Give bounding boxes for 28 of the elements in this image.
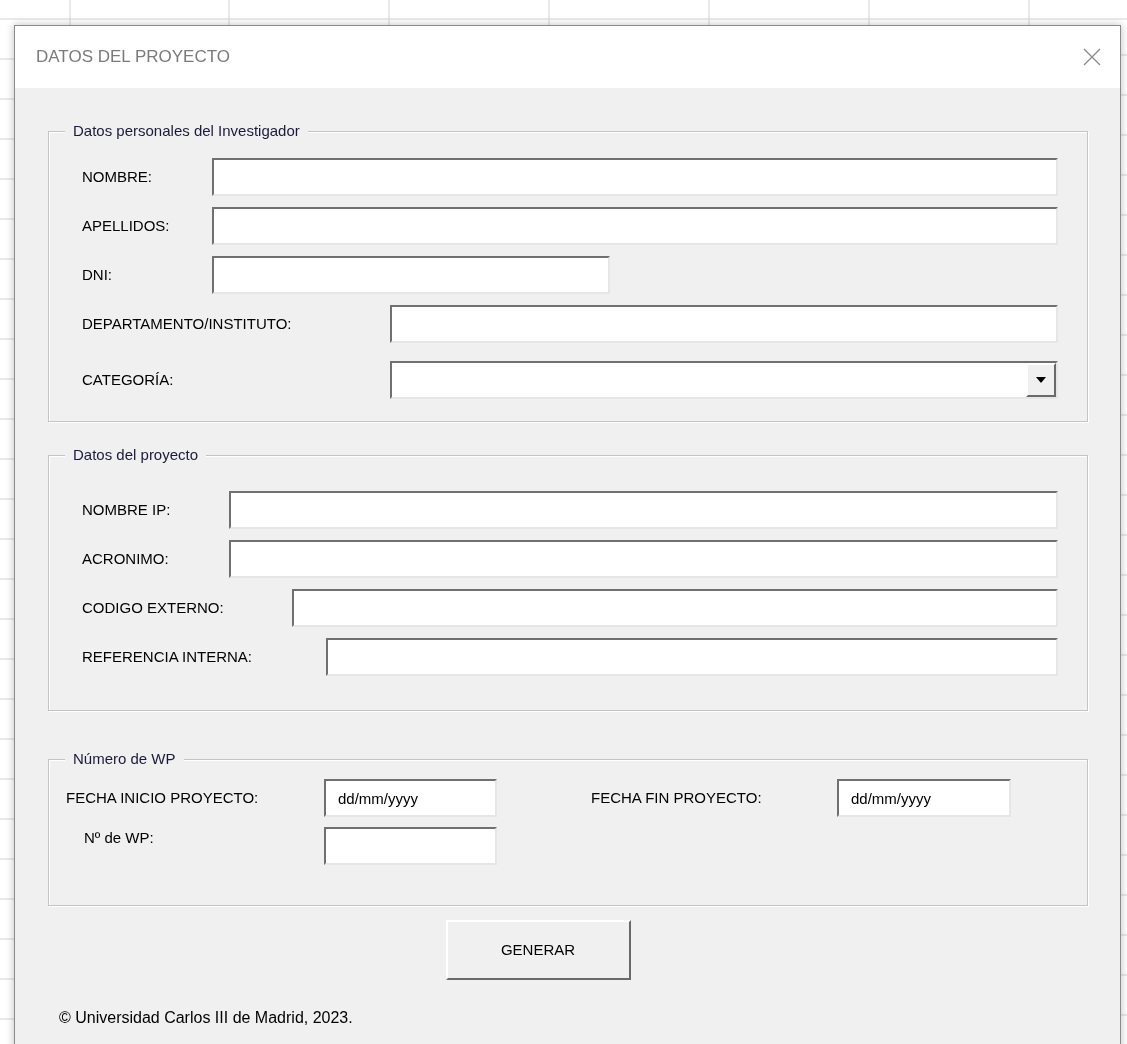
- input-field[interactable]: [229, 540, 1058, 578]
- category-dropdown[interactable]: [390, 361, 1058, 399]
- input-field[interactable]: [212, 256, 610, 294]
- field-label: FECHA INICIO PROYECTO:: [65, 787, 260, 808]
- caret-icon[interactable]: [1026, 363, 1056, 397]
- field-label: CODIGO EXTERNO:: [82, 597, 225, 618]
- field-label: FECHA FIN PROYECTO:: [591, 787, 763, 808]
- input-field[interactable]: dd/mm/yyyy: [324, 779, 497, 817]
- input-field[interactable]: [212, 207, 1058, 245]
- input-field[interactable]: [212, 158, 1058, 196]
- field-label: DNI:: [82, 264, 113, 285]
- copyright-text: © Universidad Carlos III de Madrid, 2023.: [59, 1008, 353, 1028]
- field-label: CATEGORÍA:: [82, 369, 175, 390]
- input-field[interactable]: [229, 491, 1058, 529]
- field-label: REFERENCIA INTERNA:: [82, 646, 254, 667]
- field-label: APELLIDOS:: [82, 215, 171, 236]
- field-label: ACRONIMO:: [82, 548, 170, 569]
- input-field[interactable]: [326, 638, 1058, 676]
- field-label: DEPARTAMENTO/INSTITUTO:: [82, 313, 293, 334]
- field-label: NOMBRE IP:: [82, 499, 172, 520]
- input-field[interactable]: [292, 589, 1058, 627]
- field-label: NOMBRE:: [82, 166, 153, 187]
- input-field[interactable]: [324, 827, 497, 865]
- input-field[interactable]: dd/mm/yyyy: [837, 779, 1011, 817]
- generate-button[interactable]: GENERAR: [445, 920, 631, 980]
- field-label: Nº de WP:: [83, 828, 155, 848]
- window-title: DATOS DEL PROYECTO: [36, 46, 230, 69]
- input-field[interactable]: [390, 305, 1058, 343]
